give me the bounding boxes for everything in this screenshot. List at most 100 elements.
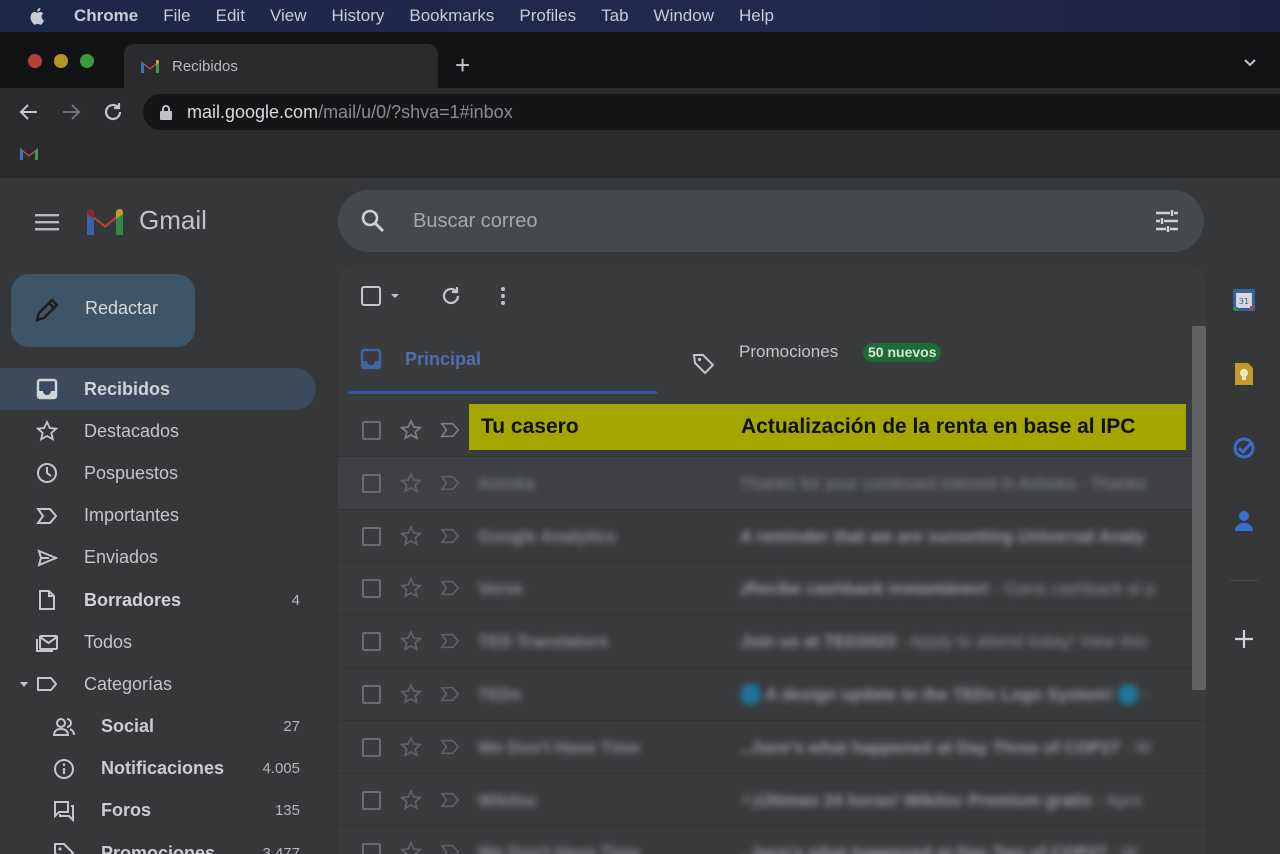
email-row[interactable]: We Don't Have Time ...here's what happen… bbox=[338, 721, 1206, 774]
gmail-bookmark-icon[interactable] bbox=[19, 145, 39, 161]
address-bar[interactable]: mail.google.com/mail/u/0/?shva=1#inbox bbox=[143, 94, 1280, 130]
email-sender: Ashoka bbox=[478, 473, 535, 493]
email-subject-title: ...here's what happened at Day Two of CO… bbox=[740, 843, 1107, 854]
email-subject-title: 🌐 A design update to the TEDx Logo Syste… bbox=[740, 684, 1140, 704]
sidebar-item-notificaciones[interactable]: Notificaciones 4.005 bbox=[0, 748, 330, 790]
row-checkbox[interactable] bbox=[362, 421, 381, 440]
sidebar-item-categorias[interactable]: Categorías bbox=[0, 663, 330, 705]
highlight-box: Tu casero Actualización de la renta en b… bbox=[469, 404, 1186, 450]
zoom-window-button[interactable] bbox=[80, 54, 94, 68]
important-icon[interactable] bbox=[440, 684, 460, 704]
tasks-icon[interactable] bbox=[1232, 436, 1256, 460]
search-bar[interactable]: Buscar correo bbox=[338, 190, 1204, 252]
sidebar-item-promociones[interactable]: Promociones 3.477 bbox=[0, 832, 330, 854]
search-options-icon[interactable] bbox=[1154, 208, 1180, 234]
sidebar-item-label: Todos bbox=[84, 631, 133, 652]
sidebar-item-destacados[interactable]: Destacados bbox=[0, 410, 330, 452]
refresh-icon[interactable] bbox=[439, 284, 463, 308]
important-icon[interactable] bbox=[440, 790, 460, 810]
menu-help[interactable]: Help bbox=[739, 6, 774, 26]
important-icon[interactable] bbox=[440, 526, 460, 546]
star-icon bbox=[36, 420, 58, 442]
star-icon[interactable] bbox=[400, 471, 422, 494]
lock-icon[interactable] bbox=[159, 104, 173, 120]
forward-arrow-icon[interactable] bbox=[59, 100, 83, 124]
sidebar-item-todos[interactable]: Todos bbox=[0, 621, 330, 663]
row-checkbox[interactable] bbox=[362, 579, 381, 599]
sidebar-item-foros[interactable]: Foros 135 bbox=[0, 790, 330, 832]
chevron-down-icon[interactable] bbox=[1242, 54, 1258, 70]
inbox-scrollbar[interactable] bbox=[1192, 326, 1206, 690]
sidebar-item-social[interactable]: Social 27 bbox=[0, 706, 330, 748]
row-checkbox[interactable] bbox=[362, 632, 381, 652]
menu-profiles[interactable]: Profiles bbox=[519, 6, 576, 26]
email-row[interactable]: Ashoka Thanks for your continued interes… bbox=[338, 456, 1206, 510]
menu-tab[interactable]: Tab bbox=[601, 6, 628, 26]
new-tab-button[interactable]: + bbox=[455, 50, 470, 81]
add-addon-icon[interactable] bbox=[1232, 627, 1256, 651]
menu-file[interactable]: File bbox=[163, 6, 190, 26]
menu-window[interactable]: Window bbox=[654, 6, 714, 26]
reload-icon[interactable] bbox=[101, 100, 125, 124]
compose-button[interactable]: Redactar bbox=[11, 274, 195, 347]
sidebar-item-recibidos[interactable]: Recibidos bbox=[0, 368, 316, 411]
star-icon[interactable] bbox=[400, 577, 422, 599]
menu-bookmarks[interactable]: Bookmarks bbox=[409, 6, 494, 26]
row-checkbox[interactable] bbox=[362, 473, 381, 493]
sidebar-item-enviados[interactable]: Enviados bbox=[0, 537, 330, 579]
browser-tab-recibidos[interactable]: Recibidos bbox=[124, 44, 438, 88]
star-icon[interactable] bbox=[400, 524, 422, 547]
side-panel-rail: 31 bbox=[1206, 178, 1280, 854]
sidebar-item-pospuestos[interactable]: Pospuestos bbox=[0, 452, 330, 494]
star-icon[interactable] bbox=[400, 735, 422, 758]
keep-icon[interactable] bbox=[1232, 362, 1256, 386]
calendar-icon[interactable]: 31 bbox=[1232, 288, 1256, 312]
search-icon[interactable] bbox=[360, 208, 386, 234]
back-arrow-icon[interactable] bbox=[17, 100, 41, 124]
star-icon[interactable] bbox=[400, 630, 422, 652]
menu-chrome[interactable]: Chrome bbox=[74, 6, 138, 26]
important-icon[interactable] bbox=[440, 578, 460, 598]
important-icon[interactable] bbox=[440, 842, 460, 854]
tab-principal[interactable]: Principal bbox=[338, 320, 658, 404]
important-icon[interactable] bbox=[440, 473, 460, 493]
search-input[interactable]: Buscar correo bbox=[413, 210, 538, 233]
tag-icon bbox=[692, 354, 715, 375]
menu-icon[interactable] bbox=[35, 212, 61, 232]
menu-edit[interactable]: Edit bbox=[216, 6, 245, 26]
email-row[interactable]: Wikiloc ⚡¡Últimas 24 horas! Wikiloc Prem… bbox=[338, 774, 1206, 827]
star-icon[interactable] bbox=[400, 682, 422, 705]
email-row[interactable]: Verse ¡Recibe cashback instantáneo! - Ga… bbox=[338, 562, 1206, 616]
email-row[interactable]: TED Translators Join us at TED2023 - App… bbox=[338, 615, 1206, 668]
menu-view[interactable]: View bbox=[270, 6, 307, 26]
row-checkbox[interactable] bbox=[362, 526, 381, 546]
close-window-button[interactable] bbox=[28, 54, 42, 68]
email-row[interactable]: Google Analytics A reminder that we are … bbox=[338, 510, 1206, 563]
sidebar-item-importantes[interactable]: Importantes bbox=[0, 495, 330, 537]
important-icon[interactable] bbox=[440, 737, 460, 757]
caret-down-icon[interactable] bbox=[19, 679, 29, 689]
row-checkbox[interactable] bbox=[362, 737, 381, 757]
email-subject-title: ¡Recibe cashback instantáneo! bbox=[740, 579, 990, 599]
star-icon[interactable] bbox=[400, 788, 422, 811]
star-icon[interactable] bbox=[400, 841, 422, 854]
menu-history[interactable]: History bbox=[331, 6, 384, 26]
sidebar-item-borradores[interactable]: Borradores 4 bbox=[0, 579, 330, 621]
inbox-category-tabs: Principal Promociones 50 nuevos bbox=[338, 320, 1206, 404]
contacts-icon[interactable] bbox=[1232, 509, 1256, 533]
gmail-logo-icon[interactable] bbox=[84, 205, 126, 237]
apple-icon[interactable] bbox=[28, 6, 48, 26]
email-row[interactable]: We Don't Have Time ...here's what happen… bbox=[338, 826, 1206, 854]
important-icon[interactable] bbox=[440, 631, 460, 651]
star-icon[interactable] bbox=[400, 419, 422, 441]
row-checkbox[interactable] bbox=[362, 684, 381, 704]
tab-promociones[interactable]: Promociones 50 nuevos bbox=[690, 320, 990, 404]
row-checkbox[interactable] bbox=[362, 843, 381, 854]
more-vert-icon[interactable] bbox=[491, 284, 515, 308]
minimize-window-button[interactable] bbox=[54, 54, 68, 68]
important-icon[interactable] bbox=[440, 420, 460, 440]
row-checkbox[interactable] bbox=[362, 790, 381, 810]
email-row-highlighted[interactable]: Tu casero Actualización de la renta en b… bbox=[338, 404, 1206, 457]
email-row[interactable]: TEDx 🌐 A design update to the TEDx Logo … bbox=[338, 668, 1206, 721]
select-all-checkbox[interactable] bbox=[360, 284, 404, 308]
